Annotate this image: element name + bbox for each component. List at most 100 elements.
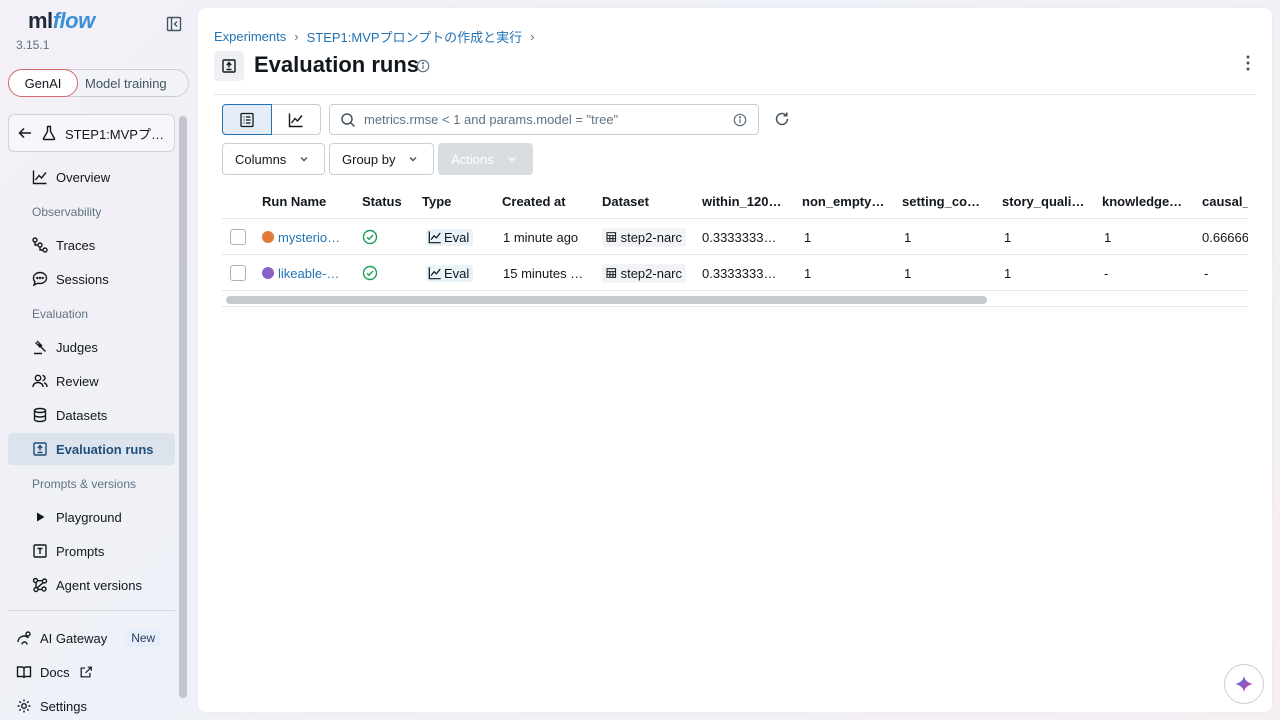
metric-cell: -: [1204, 265, 1209, 281]
table-icon: [606, 268, 617, 278]
text-box-icon: [32, 543, 48, 559]
row-checkbox[interactable]: [230, 265, 246, 281]
breadcrumb-separator: ›: [294, 29, 299, 44]
line-chart-icon: [32, 169, 48, 185]
search-input[interactable]: [364, 112, 724, 127]
agent-graph-icon: [32, 577, 48, 593]
sparkle-icon: [1235, 675, 1253, 693]
sidebar-scrollbar[interactable]: [179, 116, 187, 698]
gavel-icon: [32, 339, 48, 355]
sidebar: mlflow 3.15.1 GenAI Model training STEP1…: [0, 0, 190, 720]
users-icon: [32, 373, 48, 389]
chart-icon: [288, 113, 303, 127]
table-header-row: Run Name Status Type Created at Dataset …: [222, 183, 1248, 219]
sidebar-item-playground[interactable]: Playground: [8, 501, 175, 533]
gear-icon: [16, 698, 32, 714]
evaluation-runs-icon: [32, 441, 48, 457]
type-tag: Eval: [426, 264, 474, 282]
col-type[interactable]: Type: [422, 183, 451, 219]
col-within[interactable]: within_120…: [702, 183, 781, 219]
sidebar-item-judges[interactable]: Judges: [8, 331, 175, 363]
eval-chart-icon: [428, 267, 441, 280]
experiment-label: STEP1:MVPプ…: [65, 126, 164, 142]
breadcrumb-experiments[interactable]: Experiments: [214, 29, 286, 44]
col-created-at[interactable]: Created at: [502, 183, 566, 219]
arrow-left-icon: [17, 125, 33, 141]
status-success-icon: [362, 229, 378, 245]
chart-view-button[interactable]: [272, 105, 320, 134]
sidebar-item-evaluation-runs[interactable]: Evaluation runs: [8, 433, 175, 465]
created-at-cell: 1 minute ago: [503, 229, 579, 245]
search-info-icon[interactable]: [732, 112, 748, 128]
sidebar-item-settings[interactable]: Settings: [16, 698, 87, 714]
type-tag: Eval: [426, 228, 474, 246]
sidebar-item-prompts[interactable]: Prompts: [8, 535, 175, 567]
view-toggle: [222, 104, 321, 135]
page-title-icon: [214, 51, 244, 81]
sidebar-item-sessions[interactable]: Sessions: [8, 263, 175, 295]
breadcrumb-experiment[interactable]: STEP1:MVPプロンプトの作成と実行: [307, 27, 523, 46]
section-evaluation: Evaluation: [32, 307, 89, 321]
chevron-down-icon: [296, 151, 312, 167]
breadcrumb: Experiments › STEP1:MVPプロンプトの作成と実行 ›: [214, 27, 535, 46]
group-by-button[interactable]: Group by: [329, 143, 435, 175]
columns-button[interactable]: Columns: [222, 143, 326, 175]
list-view-button[interactable]: [222, 104, 272, 135]
info-icon[interactable]: [416, 59, 430, 73]
mlflow-logo[interactable]: mlflow: [28, 8, 95, 34]
col-run-name[interactable]: Run Name: [262, 183, 326, 219]
col-knowledge[interactable]: knowledge…: [1102, 183, 1182, 219]
dataset-tag[interactable]: step2-narc: [602, 263, 686, 283]
col-setting[interactable]: setting_co…: [902, 183, 980, 219]
sidebar-item-docs[interactable]: Docs: [16, 664, 94, 680]
list-icon: [240, 112, 254, 127]
sidebar-item-traces[interactable]: Traces: [8, 229, 175, 261]
dataset-tag[interactable]: step2-narc: [602, 227, 686, 247]
assistant-sparkle-button[interactable]: [1224, 664, 1264, 704]
play-icon: [32, 509, 48, 525]
run-name-link[interactable]: likeable-…: [278, 266, 339, 281]
metric-cell: 1: [1004, 265, 1012, 281]
main-panel: Experiments › STEP1:MVPプロンプトの作成と実行 › Eva…: [198, 8, 1272, 712]
new-badge: New: [125, 629, 162, 647]
run-name-link[interactable]: mysterio…: [278, 230, 340, 245]
metric-cell: 1: [804, 265, 812, 281]
col-dataset[interactable]: Dataset: [602, 183, 649, 219]
section-prompts: Prompts & versions: [32, 477, 137, 491]
database-icon: [32, 407, 48, 423]
refresh-icon[interactable]: [774, 111, 790, 127]
mode-genai-button[interactable]: GenAI: [8, 69, 78, 97]
sidebar-item-agent-versions[interactable]: Agent versions: [8, 569, 175, 601]
col-causal[interactable]: causal_: [1202, 183, 1248, 219]
metric-cell: 0.66666: [1202, 229, 1248, 245]
table-icon: [606, 232, 617, 242]
sidebar-item-overview[interactable]: Overview: [8, 161, 175, 193]
chevron-down-icon: [405, 151, 421, 167]
sidebar-item-datasets[interactable]: Datasets: [8, 399, 175, 431]
sidebar-item-review[interactable]: Review: [8, 365, 175, 397]
run-color-dot: [262, 267, 274, 279]
sidebar-collapse-icon[interactable]: [164, 14, 184, 34]
created-at-cell: 15 minutes …: [503, 265, 584, 281]
traces-icon: [32, 237, 48, 253]
col-story[interactable]: story_quali…: [1002, 183, 1084, 219]
metric-cell: 1: [804, 229, 812, 245]
metric-cell: -: [1104, 265, 1109, 281]
more-options-icon[interactable]: [1246, 55, 1250, 71]
col-non-empty[interactable]: non_empty…: [802, 183, 884, 219]
mode-training-button[interactable]: Model training: [85, 70, 167, 96]
table-row[interactable]: mysterio… Eval 1 minute ago step2-narc 0…: [222, 219, 1248, 255]
row-checkbox[interactable]: [230, 229, 246, 245]
col-status[interactable]: Status: [362, 183, 402, 219]
table-horizontal-scrollbar[interactable]: [226, 296, 987, 304]
metric-cell: 1: [1104, 229, 1112, 245]
metric-cell: 1: [904, 265, 912, 281]
table-row[interactable]: likeable-… Eval 15 minutes … step2-narc: [222, 255, 1248, 291]
sidebar-item-ai-gateway[interactable]: AI Gateway New: [16, 629, 162, 647]
experiment-back-button[interactable]: STEP1:MVPプ…: [8, 114, 175, 152]
gateway-icon: [16, 630, 32, 646]
breadcrumb-separator: ›: [530, 29, 535, 44]
actions-button[interactable]: Actions: [438, 143, 533, 175]
chevron-down-icon: [504, 151, 520, 167]
external-link-icon: [78, 664, 94, 680]
